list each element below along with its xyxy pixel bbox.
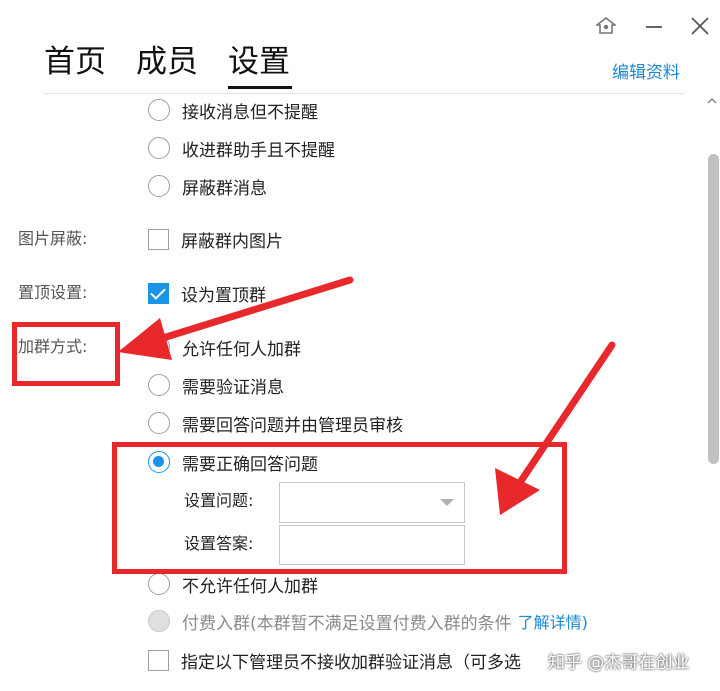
chevron-down-icon	[440, 499, 454, 506]
learn-more-link[interactable]: 了解详情)	[518, 609, 588, 633]
option-answer-admin-review[interactable]: 需要回答问题并由管理员审核	[148, 409, 403, 437]
option-label: 接收消息但不提醒	[182, 102, 318, 123]
option-admin-exclude[interactable]: 指定以下管理员不接收加群验证消息（可多选	[148, 646, 521, 674]
option-label: 屏蔽群消息	[182, 178, 267, 199]
option-label: 付费入群(本群暂不满足设置付费入群的条件	[182, 613, 512, 634]
answer-label: 设置答案:	[184, 534, 254, 553]
option-allow-anyone[interactable]: 允许任何人加群	[148, 333, 301, 361]
minimize-button[interactable]	[640, 12, 668, 40]
radio-answer-admin-review[interactable]	[148, 412, 170, 434]
option-receive-no-alert[interactable]: 接收消息但不提醒	[148, 96, 318, 124]
option-deny-all[interactable]: 不允许任何人加群	[148, 570, 318, 598]
scrollbar[interactable]	[703, 92, 720, 691]
option-label: 收进群助手且不提醒	[182, 140, 335, 161]
close-button[interactable]	[686, 12, 714, 40]
option-paid-join: 付费入群(本群暂不满足设置付费入群的条件 了解详情)	[148, 607, 588, 635]
question-label: 设置问题:	[184, 491, 254, 510]
image-block-label: 图片屏蔽:	[18, 229, 88, 248]
question-select[interactable]	[279, 482, 465, 523]
radio-paid-join	[148, 610, 170, 632]
radio-allow-anyone[interactable]	[148, 336, 170, 358]
annotation-arrow-down	[495, 341, 616, 515]
option-pin-group[interactable]: 设为置顶群	[148, 279, 266, 307]
radio-assistant-no-alert[interactable]	[148, 137, 170, 159]
radio-correct-answer[interactable]	[148, 451, 170, 473]
tab-home[interactable]: 首页	[44, 40, 106, 84]
option-label: 允许任何人加群	[182, 339, 301, 360]
header-divider	[44, 93, 684, 94]
annotation-arrows	[118, 276, 616, 515]
option-label: 需要回答问题并由管理员审核	[182, 415, 403, 436]
option-verify-message[interactable]: 需要验证消息	[148, 371, 284, 399]
tab-members[interactable]: 成员	[136, 40, 198, 84]
active-tab-indicator	[228, 86, 292, 89]
pin-label: 置顶设置:	[18, 283, 88, 302]
radio-verify-message[interactable]	[148, 374, 170, 396]
edit-profile-link[interactable]: 编辑资料	[612, 58, 680, 83]
close-icon	[691, 17, 709, 35]
option-label: 指定以下管理员不接收加群验证消息（可多选	[181, 652, 521, 673]
option-assistant-no-alert[interactable]: 收进群助手且不提醒	[148, 134, 335, 162]
radio-deny-all[interactable]	[148, 573, 170, 595]
answer-input[interactable]	[279, 525, 465, 565]
checkbox-block-images[interactable]	[148, 228, 169, 250]
skin-button[interactable]	[592, 12, 620, 40]
scroll-up-button[interactable]	[703, 92, 720, 110]
option-block-images[interactable]: 屏蔽群内图片	[148, 225, 283, 253]
scroll-thumb[interactable]	[708, 154, 719, 464]
option-label: 需要正确回答问题	[182, 454, 318, 475]
tab-settings[interactable]: 设置	[228, 40, 290, 84]
option-label: 设为置顶群	[181, 285, 266, 306]
option-label: 不允许任何人加群	[182, 576, 318, 597]
checkbox-pin-group[interactable]	[148, 282, 169, 304]
option-block-messages[interactable]: 屏蔽群消息	[148, 172, 267, 200]
option-label: 屏蔽群内图片	[181, 231, 283, 252]
option-label: 需要验证消息	[182, 377, 284, 398]
watermark: 知乎 @杰哥在创业	[548, 653, 690, 673]
option-correct-answer[interactable]: 需要正确回答问题	[148, 448, 318, 476]
checkbox-admin-exclude[interactable]	[148, 649, 169, 671]
minimize-icon	[646, 26, 662, 28]
skin-icon	[596, 17, 616, 34]
chevron-up-icon	[706, 98, 717, 104]
radio-block-messages[interactable]	[148, 175, 170, 197]
join-method-label: 加群方式:	[18, 337, 88, 356]
radio-receive-no-alert[interactable]	[148, 99, 170, 121]
